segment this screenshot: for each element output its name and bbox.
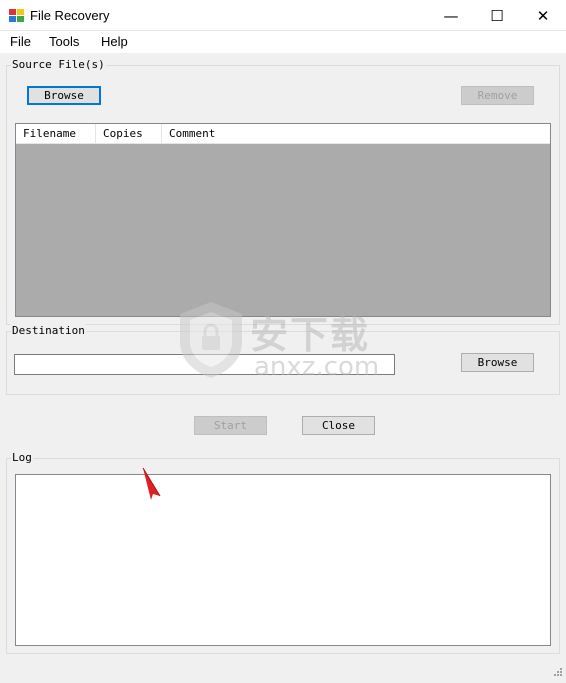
start-button[interactable]: Start xyxy=(194,416,267,435)
list-header: Filename Copies Comment xyxy=(16,124,550,144)
source-browse-button[interactable]: Browse xyxy=(27,86,101,105)
watermark-en-text: anxz.com xyxy=(254,352,380,382)
close-icon: ✕ xyxy=(536,6,550,25)
minimize-icon: — xyxy=(443,6,459,25)
close-window-button[interactable]: ✕ xyxy=(520,0,566,31)
menu-bar xyxy=(0,31,566,53)
destination-browse-button[interactable]: Browse xyxy=(461,353,534,372)
remove-button[interactable]: Remove xyxy=(461,86,534,105)
log-legend: Log xyxy=(11,451,33,464)
watermark-cn-text: 安下载 xyxy=(250,313,371,357)
destination-legend: Destination xyxy=(11,324,86,337)
annotation-arrow-icon xyxy=(142,467,161,500)
log-output[interactable] xyxy=(15,474,551,646)
menu-help[interactable]: Help xyxy=(101,34,128,49)
source-files-list[interactable]: Filename Copies Comment xyxy=(15,123,551,317)
menu-tools[interactable]: Tools xyxy=(49,34,79,49)
minimize-button[interactable]: — xyxy=(428,0,474,31)
watermark: 安下载 anxz.com xyxy=(176,298,396,382)
column-header-copies[interactable]: Copies xyxy=(96,124,162,144)
menu-file[interactable]: File xyxy=(10,34,31,49)
size-grip-icon[interactable] xyxy=(551,667,563,679)
window-title: File Recovery xyxy=(30,8,110,23)
close-button[interactable]: Close xyxy=(302,416,375,435)
column-header-filename[interactable]: Filename xyxy=(16,124,96,144)
maximize-button[interactable]: ☐ xyxy=(474,0,520,31)
app-icon xyxy=(9,9,24,22)
shield-logo-icon xyxy=(180,302,242,378)
column-header-comment[interactable]: Comment xyxy=(162,124,550,144)
maximize-icon: ☐ xyxy=(490,6,504,25)
source-files-legend: Source File(s) xyxy=(11,58,106,71)
